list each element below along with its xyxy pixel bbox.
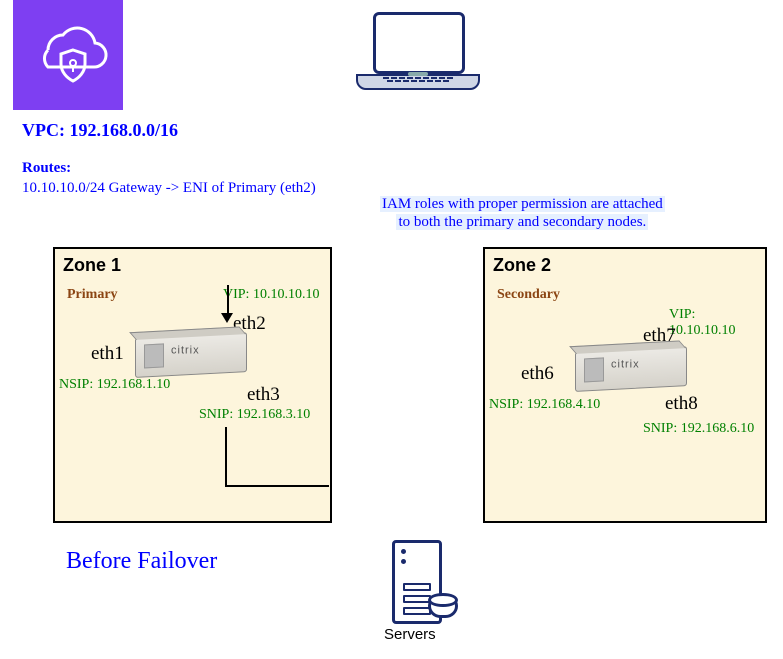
zone1-if-snip: eth3 [247, 384, 280, 406]
zone1-if-mgmt: eth1 [91, 343, 124, 365]
zone2-nsip: NSIP: 192.168.4.10 [489, 397, 600, 413]
zone2-role: Secondary [497, 287, 560, 303]
before-failover-label: Before Failover [66, 548, 217, 575]
zone1-box: Zone 1 Primary VIP: 10.10.10.10 eth2 eth… [53, 247, 332, 523]
zone2-appliance-icon: citrix [575, 346, 687, 392]
vpc-label: VPC: 192.168.0.0/16 [22, 120, 178, 141]
zone2-title: Zone 2 [493, 255, 551, 276]
zone2-if-snip: eth8 [665, 393, 698, 415]
zone2-if-mgmt: eth6 [521, 363, 554, 385]
servers-label: Servers [384, 626, 436, 643]
zone2-box: Zone 2 Secondary VIP: 10.10.10.10 eth7 e… [483, 247, 767, 523]
zone1-snip-conn-h [225, 485, 329, 487]
zone1-snip-conn-v [225, 427, 227, 487]
route-entry-1: 10.10.10.0/24 Gateway -> ENI of Primary … [22, 180, 316, 197]
iam-note-line2: to both the primary and secondary nodes. [396, 214, 648, 230]
zone2-vip: VIP: 10.10.10.10 [669, 307, 765, 339]
zone1-nsip: NSIP: 192.168.1.10 [59, 377, 170, 393]
iam-note-line1: IAM roles with proper permission are att… [380, 196, 665, 212]
routes-heading: Routes: [22, 160, 71, 177]
zone1-role: Primary [67, 287, 118, 303]
cloud-shield-icon [13, 0, 123, 110]
laptop-icon [356, 12, 480, 90]
arrow-to-eth2-line [227, 285, 229, 315]
zone2-snip: SNIP: 192.168.6.10 [643, 421, 754, 437]
zone1-vip: VIP: 10.10.10.10 [223, 287, 319, 303]
zone1-title: Zone 1 [63, 255, 121, 276]
server-tower-icon [392, 540, 442, 624]
zone1-snip: SNIP: 192.168.3.10 [199, 407, 310, 423]
iam-note: IAM roles with proper permission are att… [380, 195, 665, 231]
zone1-appliance-icon: citrix [135, 332, 247, 378]
arrow-to-eth2-head [221, 313, 233, 323]
